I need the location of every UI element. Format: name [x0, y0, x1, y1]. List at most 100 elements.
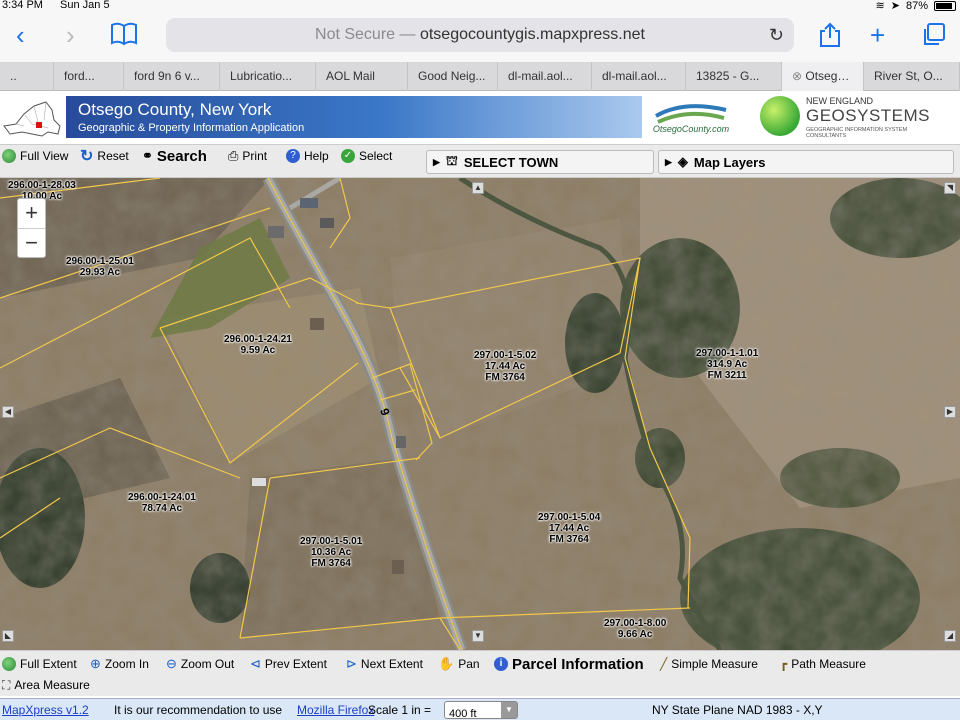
parcel-area: 9.66 Ac — [617, 629, 653, 640]
pan-west-icon[interactable]: ◀ — [2, 406, 14, 418]
path-ruler-icon: ┏ — [780, 657, 788, 671]
app-title: Otsego County, New York — [78, 100, 272, 119]
screen: 3:34 PM Sun Jan 5 ≋ ➤ 87% ‹ › Not Secure… — [0, 0, 960, 720]
parcel-label[interactable]: 297.00-1-5.01 10.36 Ac FM 3764 — [300, 536, 362, 569]
safari-tab[interactable]: AOL Mail — [316, 62, 408, 91]
map-view[interactable]: 9 ▲ ▼ ◀ ▶ ◥ ◣ ◢ 296.00-1-28.03 10.00 Ac … — [0, 178, 960, 650]
parcel-label[interactable]: 296.00-1-24.01 78.74 Ac — [128, 492, 196, 514]
binoculars-icon: ⚭ — [142, 148, 153, 163]
parcel-label[interactable]: 296.00-1-24.21 9.59 Ac — [224, 334, 292, 356]
select-town-dropdown[interactable]: ▶ ⛫ SELECT TOWN — [426, 150, 654, 174]
parcel-id: 296.00-1-28.03 — [8, 180, 76, 191]
bookmarks-icon[interactable] — [110, 22, 138, 52]
firefox-link[interactable]: Mozilla Firefox — [297, 703, 374, 717]
parcel-fm: FM 3764 — [311, 558, 351, 569]
pan-east-icon[interactable]: ▶ — [944, 406, 956, 418]
new-tab-icon[interactable]: + — [870, 20, 885, 50]
safari-tab[interactable]: Lubricatio... — [220, 62, 316, 91]
print-button[interactable]: ⎙ Print — [228, 147, 267, 165]
scale-select[interactable]: 400 ft ▼ — [444, 701, 518, 720]
select-label: Select — [359, 149, 393, 163]
safari-tab-label: dl-mail.aol... — [602, 69, 667, 83]
tabs-icon[interactable] — [920, 22, 946, 54]
url-domain: otsegocountygis.mapxpress.net — [419, 26, 645, 43]
path-measure-button[interactable]: ┏ Path Measure — [780, 654, 866, 674]
ios-status-bar: 3:34 PM Sun Jan 5 ≋ ➤ 87% — [0, 0, 960, 12]
reset-button[interactable]: ↻ Reset — [80, 147, 129, 165]
town-icon: ⛫ — [445, 153, 458, 168]
select-town-label: SELECT TOWN — [463, 154, 559, 170]
next-extent-button[interactable]: ⊳ Next Extent — [346, 654, 423, 674]
otsego-county-logo[interactable]: OtsegoCounty.com — [646, 96, 736, 138]
parcel-label[interactable]: 297.00-1-5.02 17.44 Ac FM 3764 — [474, 350, 536, 383]
pan-northeast-icon[interactable]: ◥ — [944, 182, 956, 194]
parcel-area: 17.44 Ac — [549, 523, 590, 534]
safari-tab[interactable]: .. — [0, 62, 54, 91]
help-button[interactable]: ? Help — [286, 147, 329, 165]
area-measure-button[interactable]: ⛶ Area Measure — [2, 675, 90, 695]
safari-tab[interactable]: ford... — [54, 62, 124, 91]
safari-tab[interactable]: Good Neig... — [408, 62, 498, 91]
parcel-label[interactable]: 297.00-1-8.00 9.66 Ac — [604, 618, 666, 640]
address-bar[interactable]: Not Secure — otsegocountygis.mapxpress.n… — [166, 18, 794, 52]
zoom-out-icon[interactable]: − — [18, 228, 45, 257]
pan-southeast-icon[interactable]: ◢ — [944, 630, 956, 642]
safari-tab-label: River St, O... — [874, 69, 943, 83]
reload-icon[interactable]: ↻ — [769, 18, 784, 52]
hand-icon: ✋ — [438, 656, 455, 671]
refresh-icon: ↻ — [80, 148, 94, 165]
pan-north-icon[interactable]: ▲ — [472, 182, 484, 194]
safari-tab[interactable]: dl-mail.aol... — [498, 62, 592, 91]
parcel-area: 10.36 Ac — [311, 547, 352, 558]
pan-button[interactable]: ✋ Pan — [438, 654, 480, 674]
full-extent-button[interactable]: Full Extent — [2, 654, 77, 674]
version-link[interactable]: MapXpress v1.2 — [2, 703, 89, 717]
simple-measure-button[interactable]: ╱ Simple Measure — [660, 654, 758, 674]
geosystems-globe-icon — [760, 96, 800, 136]
select-button[interactable]: ✓ Select — [341, 147, 392, 165]
zoom-in-button[interactable]: ⊕ Zoom In — [90, 654, 149, 674]
pan-south-icon[interactable]: ▼ — [472, 630, 484, 642]
parcel-id: 297.00-1-8.00 — [604, 618, 667, 629]
safari-tab[interactable]: dl-mail.aol... — [592, 62, 686, 91]
parcel-label[interactable]: 296.00-1-25.01 29.93 Ac — [66, 256, 134, 278]
forward-icon[interactable]: › — [66, 20, 75, 50]
back-icon[interactable]: ‹ — [16, 20, 25, 50]
parcel-label[interactable]: 297.00-1-1.01 314.9 Ac FM 3211 — [696, 348, 758, 381]
safari-tab-label: Good Neig... — [418, 69, 486, 83]
map-layers-dropdown[interactable]: ▶ ◈ Map Layers — [658, 150, 954, 174]
parcel-id: 296.00-1-25.01 — [66, 256, 134, 267]
recommendation-text: It is our recommendation to use — [114, 703, 283, 717]
share-icon[interactable] — [818, 22, 842, 54]
safari-tab[interactable]: ford 9n 6 v... — [124, 62, 220, 91]
close-tab-icon[interactable]: ⊗ — [792, 69, 805, 83]
expand-arrow-icon: ▶ — [433, 156, 440, 167]
magnifier-minus-icon: ⊖ — [166, 656, 177, 671]
safari-tab-label: ford... — [64, 69, 95, 83]
safari-tab[interactable]: River St, O... — [864, 62, 960, 91]
parcel-id: 296.00-1-24.21 — [224, 334, 292, 345]
battery-icon — [934, 0, 956, 11]
vendor-name: GEOSYSTEMS — [806, 106, 931, 125]
next-extent-label: Next Extent — [360, 657, 423, 671]
zoom-out-button[interactable]: ⊖ Zoom Out — [166, 654, 234, 674]
prev-extent-button[interactable]: ⊲ Prev Extent — [250, 654, 327, 674]
parcel-id: 297.00-1-5.04 — [538, 512, 601, 523]
vendor-tagline: GEOGRAPHIC INFORMATION SYSTEM CONSULTANT… — [806, 127, 908, 139]
parcel-id: 297.00-1-5.02 — [474, 350, 537, 361]
safari-tab-label: ford 9n 6 v... — [134, 69, 200, 83]
pan-label: Pan — [458, 657, 480, 671]
prev-extent-label: Prev Extent — [264, 657, 327, 671]
safari-tab-label: dl-mail.aol... — [508, 69, 573, 83]
scale-value: 400 ft — [449, 708, 477, 720]
parcel-label[interactable]: 297.00-1-5.04 17.44 Ac FM 3764 — [538, 512, 600, 545]
pan-southwest-icon[interactable]: ◣ — [2, 630, 14, 642]
safari-tab[interactable]: 13825 - G... — [686, 62, 782, 91]
safari-tab[interactable]: ⊗ Otsego... — [782, 62, 864, 91]
full-view-button[interactable]: Full View — [2, 147, 68, 165]
search-button[interactable]: ⚭ Search — [142, 147, 207, 165]
parcel-information-button[interactable]: i Parcel Information — [494, 654, 644, 674]
ruler-icon: ╱ — [660, 657, 668, 671]
zoom-in-icon[interactable]: + — [18, 199, 45, 228]
expand-arrow-icon: ▶ — [665, 156, 672, 167]
